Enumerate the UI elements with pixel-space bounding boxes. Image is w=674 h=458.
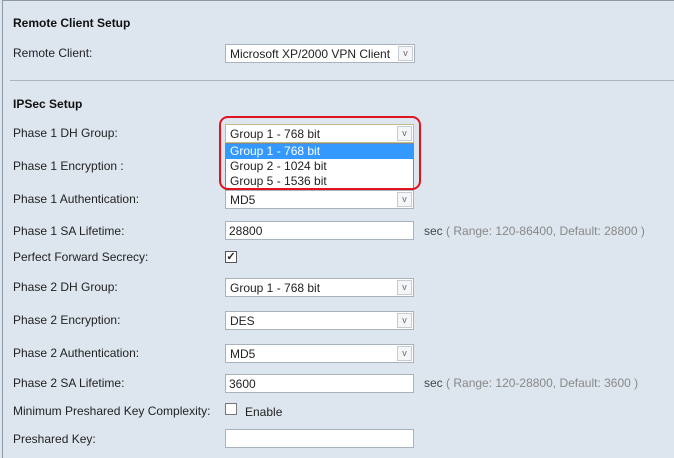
phase2-dh-label: Phase 2 DH Group:	[13, 280, 118, 294]
phase2-auth-select[interactable]: MD5 v	[225, 344, 414, 363]
phase1-sa-hint: sec ( Range: 120-86400, Default: 28800 )	[424, 224, 645, 238]
phase2-auth-value: MD5	[230, 347, 256, 361]
min-psk-label: Minimum Preshared Key Complexity:	[13, 404, 211, 418]
frame-top-border	[2, 0, 674, 3]
psk-label: Preshared Key:	[13, 432, 96, 446]
chevron-down-icon: v	[397, 192, 412, 207]
phase1-dh-label: Phase 1 DH Group:	[13, 126, 118, 140]
phase1-sa-label: Phase 1 SA Lifetime:	[13, 224, 125, 238]
phase2-enc-label: Phase 2 Encryption:	[13, 313, 121, 327]
highlight-outline	[219, 116, 421, 190]
phase2-dh-select[interactable]: Group 1 - 768 bit v	[225, 278, 414, 297]
unit-label: sec	[424, 376, 443, 390]
phase2-sa-input[interactable]: 3600	[225, 374, 414, 393]
psk-input[interactable]	[225, 429, 414, 448]
phase2-enc-value: DES	[230, 314, 255, 328]
phase1-enc-label: Phase 1 Encryption :	[13, 159, 124, 173]
pfs-label: Perfect Forward Secrecy:	[13, 250, 149, 264]
phase2-dh-value: Group 1 - 768 bit	[230, 281, 321, 295]
chevron-down-icon: v	[397, 313, 412, 328]
remote-client-value: Microsoft XP/2000 VPN Client	[230, 47, 391, 61]
phase1-auth-label: Phase 1 Authentication:	[13, 192, 140, 206]
remote-client-label: Remote Client:	[13, 46, 93, 60]
chevron-down-icon: v	[397, 346, 412, 361]
section-title-remote-client: Remote Client Setup	[13, 16, 131, 30]
pfs-checkbox[interactable]: ✓	[225, 251, 237, 263]
min-psk-checkbox[interactable]	[225, 403, 237, 415]
phase2-sa-label: Phase 2 SA Lifetime:	[13, 376, 125, 390]
frame-left-border	[2, 0, 3, 458]
remote-client-select[interactable]: Microsoft XP/2000 VPN Client v	[225, 44, 415, 63]
range-hint: ( Range: 120-28800, Default: 3600 )	[446, 376, 639, 390]
section-title-ipsec: IPSec Setup	[13, 97, 83, 111]
phase1-auth-value: MD5	[230, 193, 256, 207]
chevron-down-icon: v	[397, 280, 412, 295]
phase2-sa-hint: sec ( Range: 120-28800, Default: 3600 )	[424, 376, 638, 390]
min-psk-enable-label: Enable	[245, 405, 283, 419]
phase2-auth-label: Phase 2 Authentication:	[13, 346, 140, 360]
phase1-auth-select[interactable]: MD5 v	[225, 190, 414, 209]
section-divider	[10, 80, 674, 81]
phase1-sa-input[interactable]: 28800	[225, 221, 414, 240]
chevron-down-icon: v	[398, 46, 413, 61]
unit-label: sec	[424, 224, 443, 238]
checkmark-icon: ✓	[226, 251, 236, 263]
range-hint: ( Range: 120-86400, Default: 28800 )	[446, 224, 645, 238]
phase2-enc-select[interactable]: DES v	[225, 311, 414, 330]
